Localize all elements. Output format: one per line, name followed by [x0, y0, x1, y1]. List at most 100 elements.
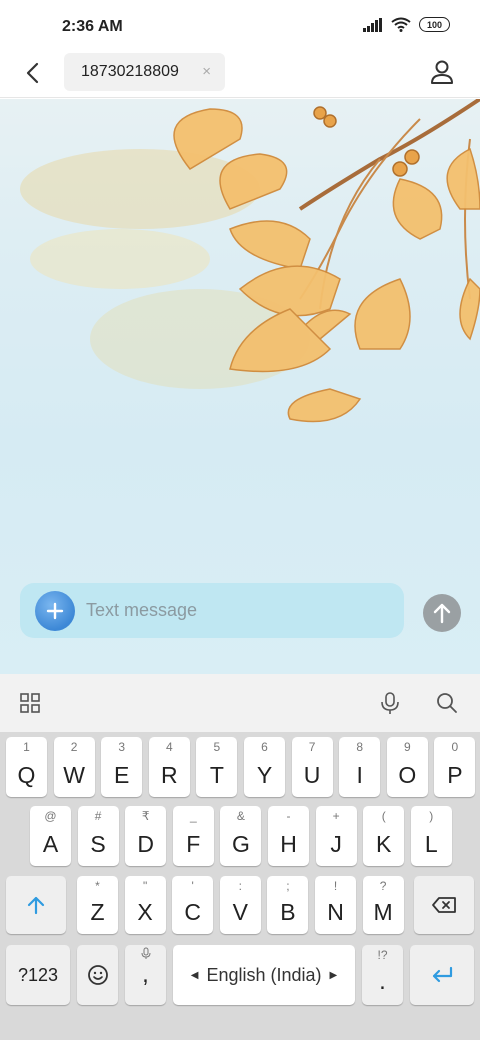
key-x[interactable]: " X [124, 876, 166, 934]
key-hint: 2 [70, 740, 78, 754]
key-a[interactable]: @ A [30, 806, 71, 866]
contact-button[interactable] [426, 56, 458, 88]
shift-key[interactable] [6, 876, 66, 934]
attach-button[interactable] [35, 591, 75, 631]
key-label: J [330, 831, 342, 857]
key-hint: # [94, 809, 102, 823]
conversation-header: 18730218809 × [0, 50, 480, 98]
key-label: U [303, 762, 321, 788]
signal-icon [363, 17, 382, 32]
key-label: Q [17, 762, 36, 788]
send-button[interactable] [423, 594, 461, 632]
message-composer [20, 583, 404, 638]
key-b[interactable]: ; B [267, 876, 309, 934]
key-hint: 6 [261, 740, 268, 754]
space-key[interactable]: ◀ English (India) ▶ [173, 945, 355, 1005]
battery-level: 100 [426, 19, 443, 30]
key-label: Z [90, 899, 105, 925]
key-k[interactable]: (K [363, 806, 405, 866]
key-c[interactable]: ' C [172, 876, 214, 934]
key-g[interactable]: & G [220, 806, 262, 866]
key-j[interactable]: + J [315, 806, 357, 866]
key-label: S [90, 831, 106, 857]
key-f[interactable]: _ F [172, 806, 214, 866]
search-icon [437, 693, 457, 713]
key-o[interactable]: 9O [386, 737, 428, 797]
microphone-icon [381, 692, 399, 714]
key-q[interactable]: 1Q [6, 737, 47, 797]
key-label: K [376, 831, 392, 857]
period-key-label: . [379, 968, 386, 995]
key-hint: ₹ [141, 809, 150, 823]
key-w[interactable]: 2W [53, 737, 95, 797]
key-v[interactable]: :V [219, 876, 261, 934]
keyboard-toolbar [0, 674, 480, 732]
key-label: E [114, 762, 130, 788]
key-d[interactable]: ₹ D [125, 806, 167, 866]
key-label: I [356, 762, 363, 788]
ginkgo-wallpaper [20, 99, 480, 423]
emoji-icon [87, 965, 108, 985]
key-u[interactable]: 7U [291, 737, 333, 797]
enter-key[interactable] [410, 945, 474, 1005]
key-label: B [280, 899, 296, 925]
key-label: P [447, 762, 463, 788]
emoji-key[interactable] [77, 945, 118, 1005]
key-hint: & [236, 809, 245, 823]
plus-icon [46, 602, 64, 620]
symbols-key[interactable]: ?123 [6, 945, 70, 1005]
key-hint: 3 [118, 740, 126, 754]
shift-arrow-icon [27, 896, 45, 915]
key-t[interactable]: 5T [196, 737, 238, 797]
key-hint: ( [381, 809, 386, 823]
key-hint: 5 [213, 740, 221, 754]
key-y[interactable]: 6Y [244, 737, 285, 797]
wifi-icon [391, 17, 411, 32]
key-hint: 1 [23, 740, 30, 754]
keyboard: 1Q2W3E4R5T6Y7U8I9O0P @ A # S ₹ D _ F & G - H + J(K) L … [0, 732, 480, 1040]
key-label: T [209, 762, 224, 788]
key-l[interactable]: ) L [410, 806, 452, 866]
space-key-label: English (India) [206, 964, 322, 985]
key-label: F [186, 831, 201, 857]
key-hint: ! [333, 879, 338, 893]
grid-icon [20, 693, 40, 713]
key-label: A [42, 831, 59, 857]
key-s[interactable]: # S [77, 806, 119, 866]
key-hint: 8 [356, 740, 364, 754]
recipient-number: 18730218809 [81, 63, 179, 80]
key-hint: ; [286, 879, 290, 893]
message-input[interactable] [86, 583, 386, 638]
key-h[interactable]: -H [268, 806, 309, 866]
backspace-key[interactable] [414, 876, 474, 934]
voice-input-button[interactable] [376, 689, 404, 717]
symbols-key-label: ?123 [17, 964, 59, 985]
keyboard-search-button[interactable] [433, 689, 461, 717]
recipient-chip[interactable]: 18730218809 × [64, 53, 225, 91]
key-label: X [137, 899, 153, 925]
comma-key-label: , [142, 961, 149, 988]
language-next-icon: ▶ [329, 969, 338, 981]
key-hint: 4 [165, 740, 173, 754]
key-hint: ) [429, 809, 434, 823]
keyboard-menu-button[interactable] [16, 689, 44, 717]
comma-key[interactable]: , [125, 945, 166, 1005]
key-hint: 7 [308, 740, 316, 754]
key-e[interactable]: 3E [101, 737, 143, 797]
key-n[interactable]: ! N [315, 876, 356, 934]
key-r[interactable]: 4R [148, 737, 190, 797]
key-p[interactable]: 0P [434, 737, 476, 797]
key-hint: @ [44, 809, 57, 823]
key-label: W [63, 762, 85, 788]
key-hint: " [142, 879, 148, 893]
language-prev-icon: ◀ [190, 969, 199, 981]
key-i[interactable]: 8I [339, 737, 381, 797]
remove-recipient-icon[interactable]: × [202, 63, 211, 80]
person-icon [431, 60, 453, 84]
key-label: D [137, 831, 154, 857]
key-z[interactable]: * Z [77, 876, 118, 934]
period-key[interactable]: !? . [362, 945, 403, 1005]
back-button[interactable] [18, 58, 48, 88]
key-label: R [160, 762, 178, 788]
key-m[interactable]: ? M [362, 876, 404, 934]
